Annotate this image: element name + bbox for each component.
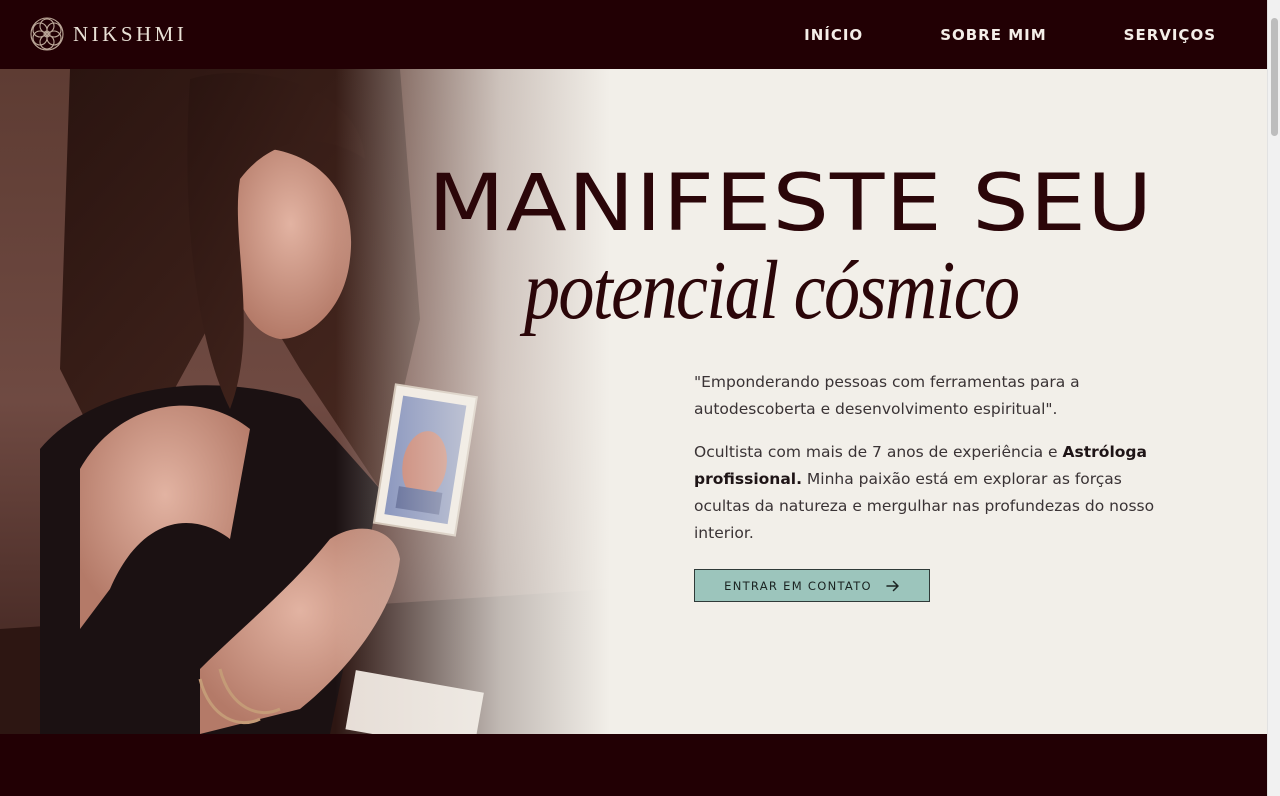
main-nav: INÍCIO SOBRE MIM SERVIÇOS [804, 0, 1216, 69]
page-scrollbar[interactable] [1267, 0, 1280, 796]
mandala-icon [30, 17, 64, 51]
scrollbar-thumb[interactable] [1271, 18, 1278, 136]
page: NIKSHMI INÍCIO SOBRE MIM SERVIÇOS MANIFE… [0, 0, 1280, 796]
brand-logo-link[interactable]: NIKSHMI [29, 16, 187, 52]
contact-button-label: ENTRAR EM CONTATO [724, 578, 872, 593]
contact-button[interactable]: ENTRAR EM CONTATO [694, 569, 930, 602]
hero-quote: "Emponderando pessoas com ferramentas pa… [694, 373, 1080, 418]
arrow-right-icon [886, 580, 899, 591]
hero-headline: MANIFESTE SEU [428, 159, 1154, 249]
nav-item-inicio[interactable]: INÍCIO [804, 26, 863, 44]
next-section [0, 734, 1267, 796]
hero-subheadline: potencial cósmico [524, 244, 1020, 337]
nav-item-servicos[interactable]: SERVIÇOS [1124, 26, 1216, 44]
brand-name: NIKSHMI [73, 21, 188, 46]
hero-bio: Ocultista com mais de 7 anos de experiên… [694, 439, 1164, 547]
bio-text-start: Ocultista com mais de 7 anos de experiên… [694, 443, 1063, 461]
hero-section: MANIFESTE SEU potencial cósmico "Emponde… [0, 69, 1267, 734]
nav-item-sobre-mim[interactable]: SOBRE MIM [940, 26, 1046, 44]
top-navbar: NIKSHMI INÍCIO SOBRE MIM SERVIÇOS [0, 0, 1267, 69]
